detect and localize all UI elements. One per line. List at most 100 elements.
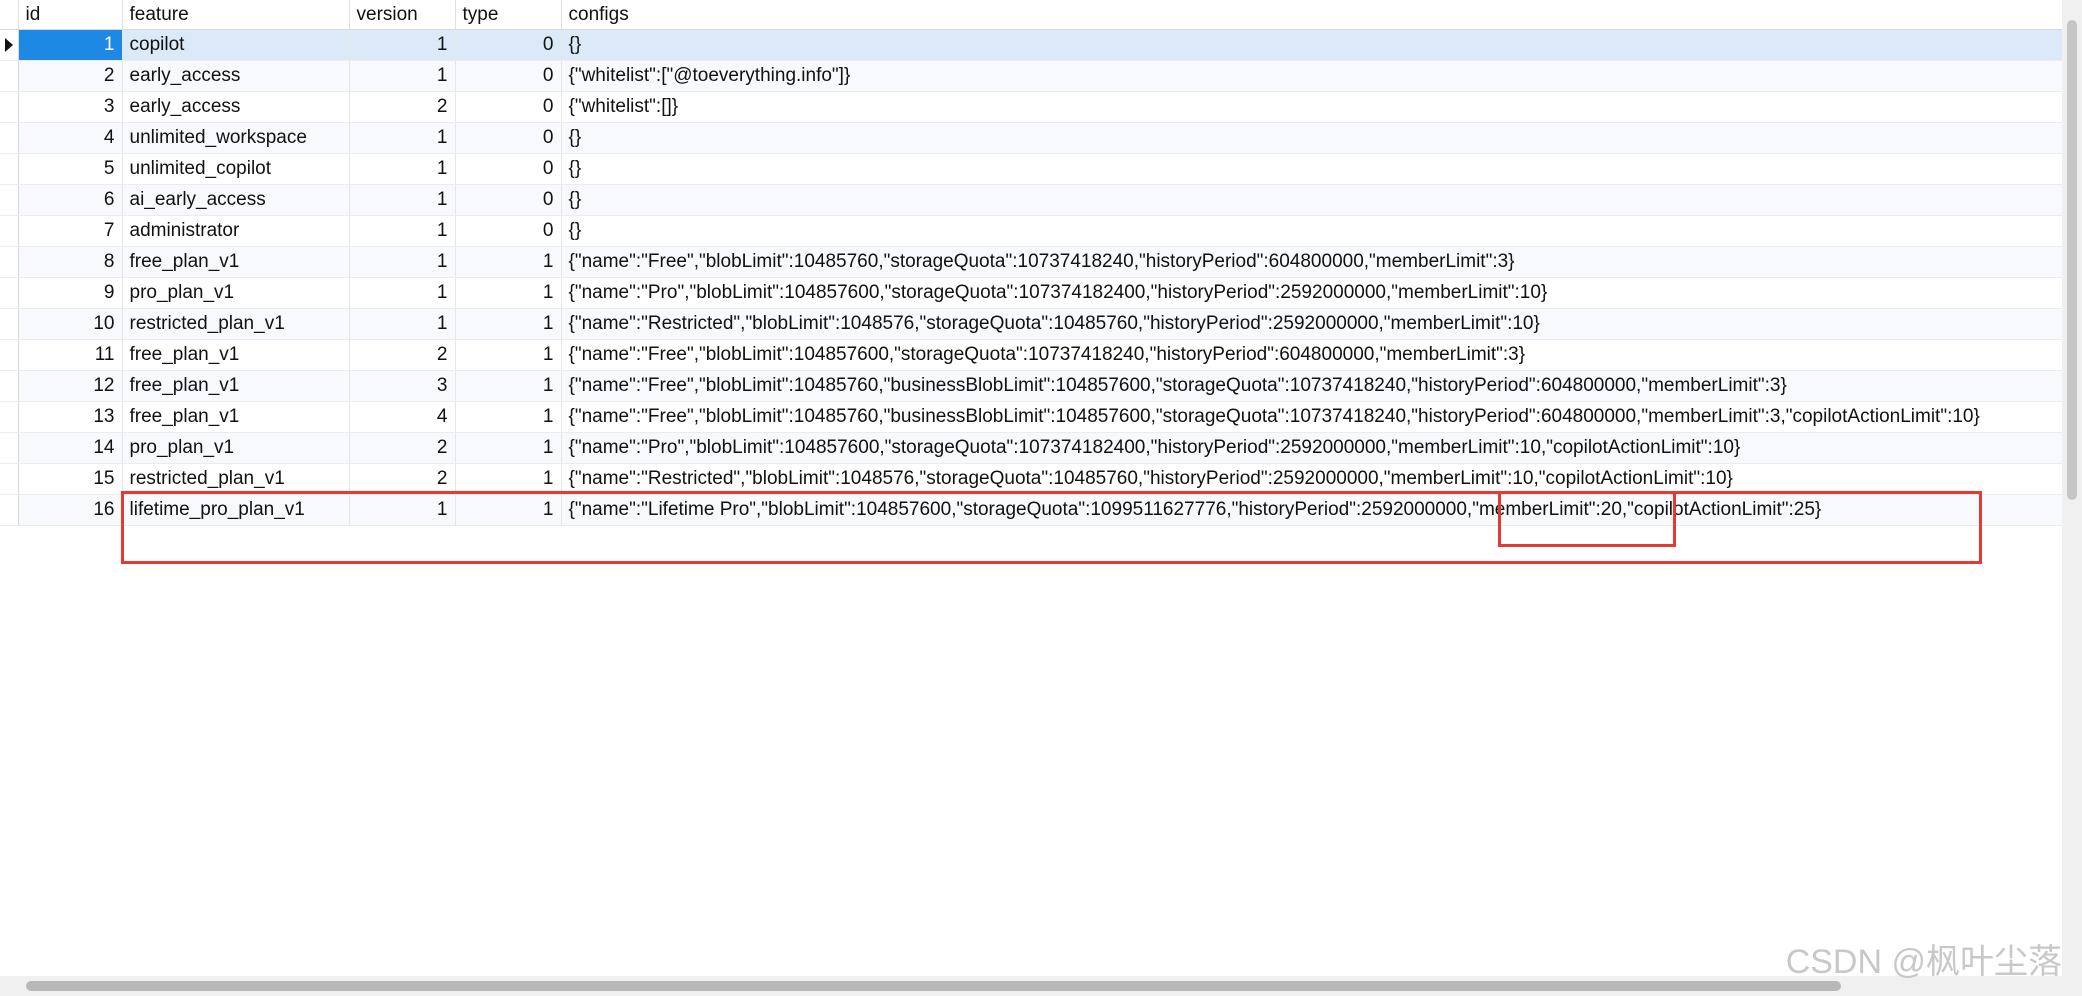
cell-feature[interactable]: early_access <box>122 60 350 92</box>
cell-id[interactable]: 16 <box>18 494 123 526</box>
cell-configs[interactable]: {"name":"Pro","blobLimit":104857600,"sto… <box>561 432 2062 464</box>
row-marker[interactable] <box>0 370 19 402</box>
cell-version[interactable]: 1 <box>349 494 456 526</box>
column-header-version[interactable]: version <box>349 0 456 30</box>
cell-version[interactable]: 1 <box>349 29 456 61</box>
cell-feature[interactable]: restricted_plan_v1 <box>122 463 350 495</box>
cell-type[interactable]: 0 <box>455 153 562 185</box>
cell-id[interactable]: 13 <box>18 401 123 433</box>
cell-version[interactable]: 3 <box>349 370 456 402</box>
cell-configs[interactable]: {} <box>561 184 2062 216</box>
cell-configs[interactable]: {"name":"Lifetime Pro","blobLimit":10485… <box>561 494 2062 526</box>
column-header-configs[interactable]: configs <box>561 0 2062 30</box>
cell-id[interactable]: 6 <box>18 184 123 216</box>
cell-feature[interactable]: free_plan_v1 <box>122 370 350 402</box>
cell-type[interactable]: 1 <box>455 463 562 495</box>
table-row[interactable]: 14 pro_plan_v1 2 1 {"name":"Pro","blobLimit"… <box>0 432 2062 464</box>
table-row[interactable]: 16 lifetime_pro_plan_v1 1 1 {"name":"Lifetim… <box>0 494 2062 526</box>
cell-type[interactable]: 0 <box>455 184 562 216</box>
table-row[interactable]: 7 administrator 1 0{} <box>0 215 2062 247</box>
row-marker[interactable] <box>0 215 19 247</box>
row-marker[interactable] <box>0 29 19 61</box>
cell-version[interactable]: 2 <box>349 91 456 123</box>
cell-feature[interactable]: free_plan_v1 <box>122 339 350 371</box>
column-header-id[interactable]: id <box>18 0 123 30</box>
cell-version[interactable]: 1 <box>349 122 456 154</box>
cell-version[interactable]: 1 <box>349 60 456 92</box>
row-marker[interactable] <box>0 184 19 216</box>
cell-id[interactable]: 15 <box>18 463 123 495</box>
cell-id[interactable]: 8 <box>18 246 123 278</box>
cell-feature[interactable]: restricted_plan_v1 <box>122 308 350 340</box>
table-row[interactable]: 2 early_access 1 0 {"whitelist":["@toeveryth… <box>0 60 2062 92</box>
row-marker[interactable] <box>0 494 19 526</box>
table-row[interactable]: 1 copilot 1 0{} <box>0 29 2062 61</box>
row-marker[interactable] <box>0 308 19 340</box>
table-row[interactable]: 15 restricted_plan_v1 2 1 {"name":"Restricte… <box>0 463 2062 495</box>
column-header-feature[interactable]: feature <box>122 0 350 30</box>
cell-configs[interactable]: {"name":"Free","blobLimit":104857600,"st… <box>561 339 2062 371</box>
cell-configs[interactable]: {} <box>561 29 2062 61</box>
row-marker[interactable] <box>0 277 19 309</box>
vertical-scrollbar[interactable] <box>2062 0 2082 976</box>
table-row[interactable]: 13 free_plan_v1 4 1 {"name":"Free","blobLimi… <box>0 401 2062 433</box>
row-marker[interactable] <box>0 339 19 371</box>
row-marker[interactable] <box>0 60 19 92</box>
cell-configs[interactable]: {} <box>561 122 2062 154</box>
cell-id[interactable]: 5 <box>18 153 123 185</box>
cell-version[interactable]: 1 <box>349 308 456 340</box>
cell-feature[interactable]: free_plan_v1 <box>122 401 350 433</box>
cell-id[interactable]: 12 <box>18 370 123 402</box>
cell-id[interactable]: 10 <box>18 308 123 340</box>
cell-type[interactable]: 1 <box>455 246 562 278</box>
table-row[interactable]: 9 pro_plan_v1 1 1 {"name":"Pro","blobLimit":… <box>0 277 2062 309</box>
cell-type[interactable]: 1 <box>455 370 562 402</box>
cell-configs[interactable]: {"name":"Restricted","blobLimit":1048576… <box>561 308 2062 340</box>
cell-type[interactable]: 0 <box>455 215 562 247</box>
cell-version[interactable]: 1 <box>349 153 456 185</box>
row-marker[interactable] <box>0 246 19 278</box>
cell-version[interactable]: 2 <box>349 432 456 464</box>
vertical-scrollbar-thumb[interactable] <box>2067 20 2077 500</box>
cell-type[interactable]: 0 <box>455 29 562 61</box>
cell-type[interactable]: 1 <box>455 401 562 433</box>
cell-feature[interactable]: early_access <box>122 91 350 123</box>
cell-feature[interactable]: lifetime_pro_plan_v1 <box>122 494 350 526</box>
cell-configs[interactable]: {} <box>561 153 2062 185</box>
cell-configs[interactable]: {"whitelist":[]} <box>561 91 2062 123</box>
horizontal-scrollbar-thumb[interactable] <box>26 981 1841 991</box>
row-marker[interactable] <box>0 91 19 123</box>
cell-configs[interactable]: {"name":"Restricted","blobLimit":1048576… <box>561 463 2062 495</box>
cell-type[interactable]: 1 <box>455 339 562 371</box>
table-row[interactable]: 3 early_access 2 0 {"whitelist":[]} <box>0 91 2062 123</box>
cell-type[interactable]: 0 <box>455 60 562 92</box>
cell-version[interactable]: 1 <box>349 277 456 309</box>
table-row[interactable]: 8 free_plan_v1 1 1 {"name":"Free","blobLimit… <box>0 246 2062 278</box>
cell-feature[interactable]: pro_plan_v1 <box>122 277 350 309</box>
cell-configs[interactable]: {"name":"Pro","blobLimit":104857600,"sto… <box>561 277 2062 309</box>
cell-feature[interactable]: unlimited_workspace <box>122 122 350 154</box>
cell-configs[interactable]: {} <box>561 215 2062 247</box>
cell-type[interactable]: 0 <box>455 91 562 123</box>
cell-type[interactable]: 0 <box>455 122 562 154</box>
cell-feature[interactable]: copilot <box>122 29 350 61</box>
cell-feature[interactable]: free_plan_v1 <box>122 246 350 278</box>
cell-id[interactable]: 14 <box>18 432 123 464</box>
cell-id[interactable]: 9 <box>18 277 123 309</box>
column-header-type[interactable]: type <box>455 0 562 30</box>
row-marker[interactable] <box>0 401 19 433</box>
row-marker[interactable] <box>0 432 19 464</box>
table-row[interactable]: 5 unlimited_copilot 1 0{} <box>0 153 2062 185</box>
cell-feature[interactable]: pro_plan_v1 <box>122 432 350 464</box>
cell-id[interactable]: 1 <box>18 29 123 61</box>
cell-configs[interactable]: {"whitelist":["@toeverything.info"]} <box>561 60 2062 92</box>
cell-version[interactable]: 1 <box>349 246 456 278</box>
cell-configs[interactable]: {"name":"Free","blobLimit":10485760,"sto… <box>561 246 2062 278</box>
cell-version[interactable]: 1 <box>349 184 456 216</box>
cell-id[interactable]: 2 <box>18 60 123 92</box>
table-row[interactable]: 6 ai_early_access 1 0{} <box>0 184 2062 216</box>
cell-type[interactable]: 1 <box>455 308 562 340</box>
row-marker[interactable] <box>0 463 19 495</box>
table-row[interactable]: 10 restricted_plan_v1 1 1 {"name":"Restricte… <box>0 308 2062 340</box>
cell-id[interactable]: 4 <box>18 122 123 154</box>
